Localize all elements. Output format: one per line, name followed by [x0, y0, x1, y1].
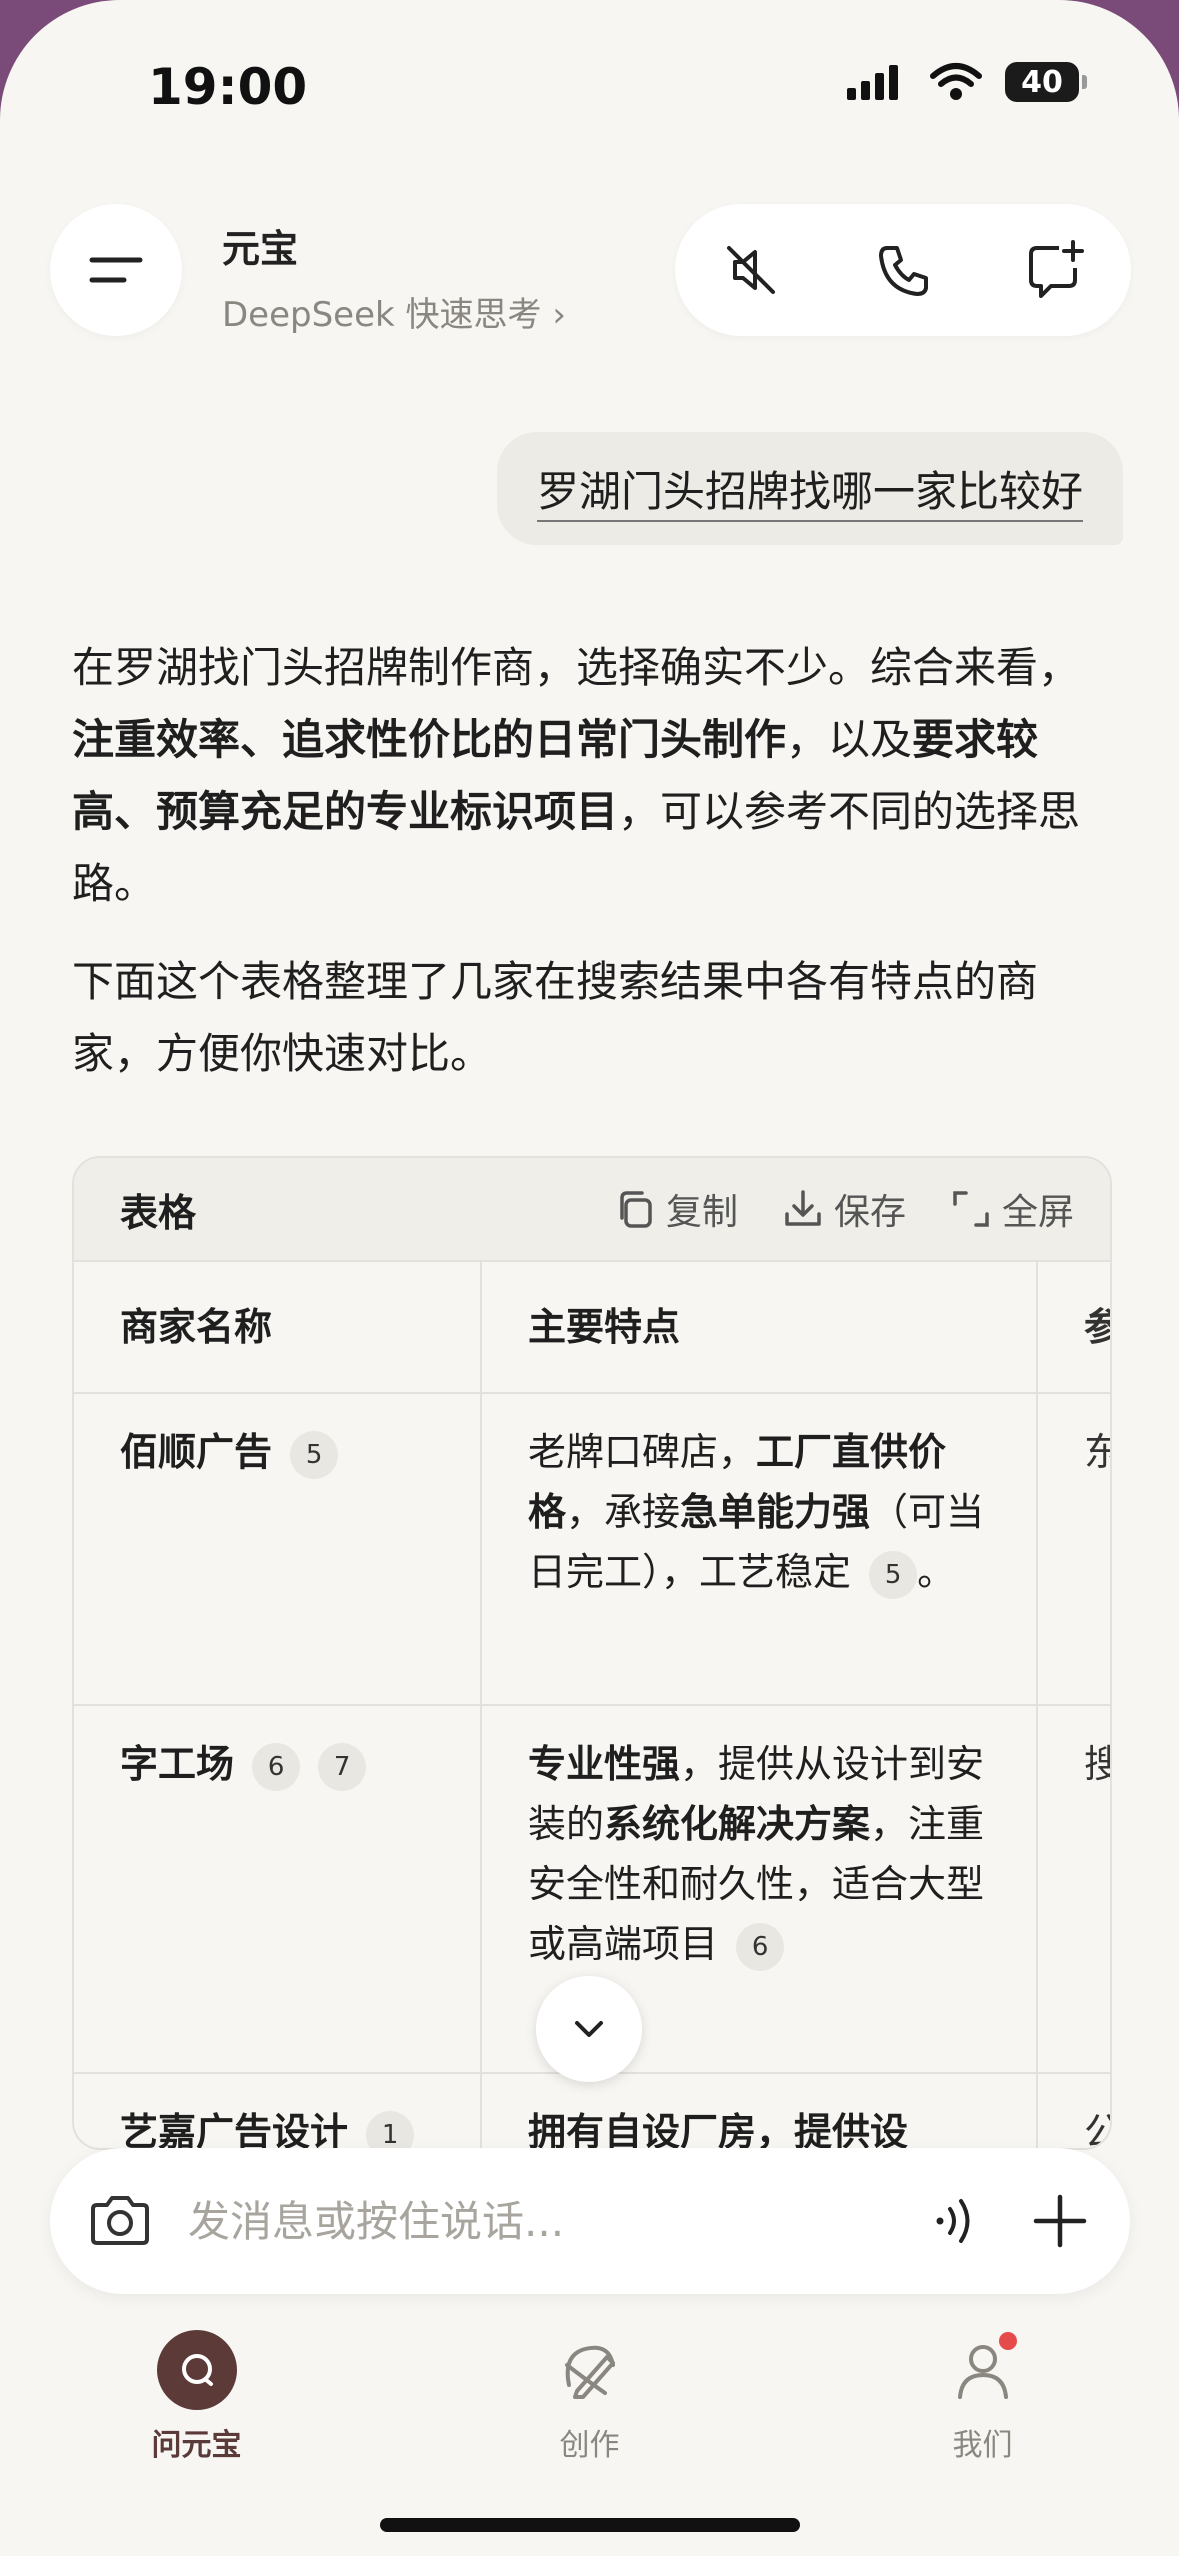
- tab-icon-wrap: [156, 2330, 237, 2410]
- plus-icon: [1033, 2194, 1087, 2248]
- signal-icon: [847, 65, 898, 100]
- citation-badge[interactable]: 1: [366, 2110, 415, 2148]
- save-label: 保存: [833, 1192, 906, 1233]
- phone-icon: [879, 246, 928, 296]
- model-subtitle: DeepSeek 快速思考 ›: [222, 295, 566, 335]
- new-chat-icon: [1029, 240, 1084, 298]
- scroll-to-bottom-button[interactable]: [536, 1976, 642, 2082]
- mute-button[interactable]: [701, 220, 801, 320]
- copy-button[interactable]: 复制: [614, 1183, 738, 1235]
- table-row: 佰顺广告 5 老牌口碑店，工厂直供价格，承接急单能力强（可当日完工），工艺稳定 …: [74, 1394, 1110, 1706]
- add-attachment-button[interactable]: [1020, 2181, 1100, 2261]
- header-actions: [675, 204, 1131, 336]
- tab-label: 我们: [952, 2428, 1013, 2463]
- feature-bold: 拥有自设厂房，提供设: [528, 2110, 909, 2150]
- tab-ask-yuanbao[interactable]: 问元宝: [87, 2330, 307, 2480]
- bottom-tab-bar: 问元宝 创作 我们: [0, 2330, 1179, 2480]
- answer-bold: 注重效率、追求性价比的日常门头制作: [72, 715, 787, 764]
- citation-badge[interactable]: 5: [290, 1430, 339, 1479]
- tab-label: 问元宝: [151, 2428, 242, 2463]
- home-indicator[interactable]: [380, 2518, 800, 2532]
- phone-screen: 19:00 40 元宝 DeepSeek 快速思考 › 罗湖门头招牌找哪一家比较…: [0, 0, 1179, 2556]
- answer-text: ，以及: [786, 715, 913, 764]
- merchant-name: 艺嘉广告设计: [120, 2110, 349, 2150]
- status-icons: 40: [847, 62, 1087, 102]
- wifi-icon: [930, 63, 982, 100]
- merchant-name: 字工场: [120, 1742, 235, 1786]
- tab-us[interactable]: 我们: [873, 2330, 1093, 2480]
- feature-bold: 专业性强: [528, 1742, 681, 1786]
- model-selector[interactable]: 元宝 DeepSeek 快速思考 ›: [222, 218, 566, 336]
- download-icon: [785, 1190, 821, 1226]
- copy-icon: [620, 1191, 652, 1228]
- merchant-name-cell: 佰顺广告 5: [74, 1394, 482, 1704]
- voice-button[interactable]: [916, 2181, 996, 2261]
- status-time: 19:00: [148, 58, 308, 116]
- camera-icon: [91, 2196, 149, 2245]
- merchant-name-cell: 艺嘉广告设计 1: [74, 2074, 482, 2150]
- fullscreen-icon: [953, 1191, 989, 1227]
- message-input[interactable]: [186, 2195, 916, 2247]
- table-toolbar: 表格 复制 保存 全屏: [74, 1158, 1110, 1262]
- answer-paragraph-1: 在罗湖找门头招牌制作商，选择确实不少。综合来看， 注重效率、追求性价比的日常门头制…: [72, 632, 1102, 920]
- table-header-row: 商家名称 主要特点 参: [74, 1262, 1110, 1394]
- citation-badge[interactable]: 7: [318, 1742, 367, 1791]
- speaker-muted-icon: [727, 246, 775, 294]
- third-column-cell: 东: [1038, 1394, 1110, 1704]
- fullscreen-label: 全屏: [1001, 1192, 1074, 1233]
- merchant-name-cell: 字工场 6 7: [74, 1706, 482, 2072]
- merchant-name: 佰顺广告: [120, 1430, 273, 1474]
- new-chat-button[interactable]: [1005, 220, 1105, 320]
- copy-label: 复制: [665, 1192, 738, 1233]
- user-message-text: 罗湖门头招牌找哪一家比较好: [536, 467, 1083, 522]
- feature-bold: 急单能力强: [680, 1490, 871, 1534]
- tab-icon-wrap: [943, 2330, 1023, 2410]
- menu-icon: [89, 257, 143, 283]
- feature-text: 。: [917, 1550, 956, 1594]
- column-header: 商家名称: [74, 1262, 482, 1392]
- table-label: 表格: [120, 1190, 197, 1235]
- feature-text: ，承接: [566, 1490, 681, 1534]
- chat-bubble-icon: [156, 2330, 237, 2410]
- citation-badge[interactable]: 6: [252, 1742, 301, 1791]
- feature-text: 老牌口碑店，: [528, 1430, 757, 1474]
- third-column-cell: 公: [1038, 2074, 1110, 2148]
- battery-indicator: 40: [1005, 62, 1087, 102]
- tab-create[interactable]: 创作: [480, 2330, 700, 2480]
- create-pen-icon: [564, 2345, 615, 2399]
- chevron-down-icon: [575, 2021, 603, 2037]
- tab-icon-wrap: [550, 2330, 630, 2410]
- assistant-answer: 在罗湖找门头招牌制作商，选择确实不少。综合来看， 注重效率、追求性价比的日常门头制…: [72, 632, 1102, 1116]
- camera-button[interactable]: [80, 2181, 160, 2261]
- feature-bold: 系统化解决方案: [604, 1802, 871, 1846]
- notification-dot: [998, 2332, 1017, 2350]
- app-title: 元宝: [222, 227, 299, 271]
- feature-cell: 拥有自设厂房，提供设: [482, 2074, 1038, 2150]
- fullscreen-button[interactable]: 全屏: [950, 1183, 1074, 1235]
- message-composer: [50, 2148, 1130, 2294]
- column-header: 主要特点: [482, 1262, 1038, 1392]
- table-row: 艺嘉广告设计 1 拥有自设厂房，提供设 公: [74, 2074, 1110, 2150]
- call-button[interactable]: [853, 220, 953, 320]
- citation-badge[interactable]: 5: [869, 1550, 918, 1599]
- third-column-cell: 搜坦: [1038, 1706, 1110, 2072]
- answer-text: 在罗湖找门头招牌制作商，选择确实不少。综合来看，: [72, 643, 1081, 692]
- citation-badge[interactable]: 6: [736, 1922, 785, 1971]
- tab-label: 创作: [559, 2428, 620, 2463]
- save-button[interactable]: 保存: [782, 1183, 906, 1235]
- feature-cell: 老牌口碑店，工厂直供价格，承接急单能力强（可当日完工），工艺稳定 5。: [482, 1394, 1038, 1704]
- column-header: 参: [1038, 1262, 1110, 1392]
- menu-button[interactable]: [50, 204, 182, 336]
- voice-wave-icon: [936, 2199, 970, 2243]
- answer-paragraph-2: 下面这个表格整理了几家在搜索结果中各有特点的商家，方便你快速对比。: [72, 957, 1039, 1078]
- user-message-bubble[interactable]: 罗湖门头招牌找哪一家比较好: [496, 432, 1123, 545]
